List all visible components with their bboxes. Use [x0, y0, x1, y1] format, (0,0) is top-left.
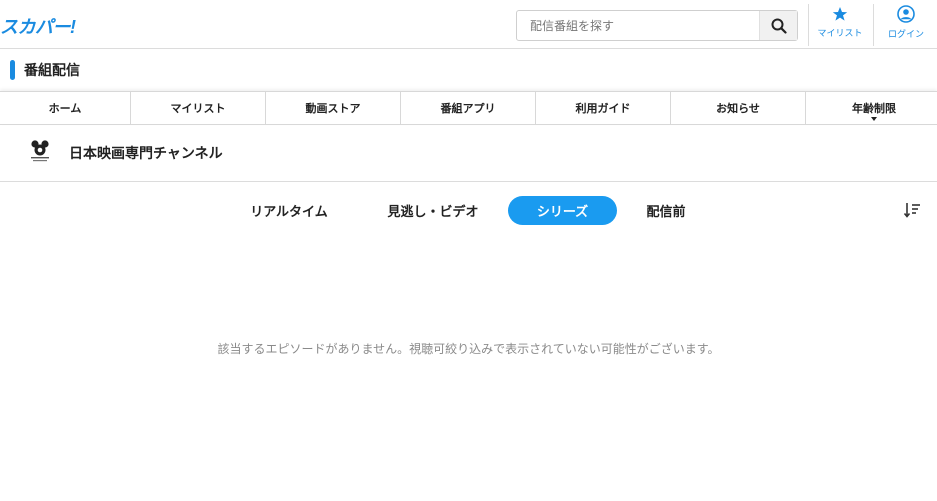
- search-icon: [771, 18, 787, 34]
- search-box: [516, 10, 798, 41]
- login-button[interactable]: ログイン: [874, 4, 937, 46]
- section-header: 番組配信: [0, 49, 937, 91]
- nav-item-home[interactable]: ホーム: [0, 92, 131, 124]
- channel-logo[interactable]: [28, 139, 52, 165]
- main-nav: ホーム マイリスト 動画ストア 番組アプリ 利用ガイド お知らせ 年齢制限: [0, 91, 937, 125]
- caret-down-icon: [871, 117, 877, 121]
- channel-header: 日本映画専門チャンネル: [0, 125, 937, 182]
- nav-item-news[interactable]: お知らせ: [671, 92, 806, 124]
- nav-item-mylist[interactable]: マイリスト: [131, 92, 266, 124]
- nav-item-video-store[interactable]: 動画ストア: [266, 92, 401, 124]
- star-icon: [832, 7, 848, 21]
- mylist-button[interactable]: マイリスト: [808, 4, 872, 46]
- tab-catchup-video[interactable]: 見逃し・ビデオ: [372, 196, 494, 225]
- login-label: ログイン: [887, 30, 924, 40]
- search-input[interactable]: [517, 11, 760, 40]
- tab-realtime[interactable]: リアルタイム: [234, 196, 344, 225]
- site-header: スカパー! マイリスト ログイン: [0, 0, 937, 49]
- channel-name: 日本映画専門チャンネル: [69, 146, 223, 162]
- tab-series[interactable]: シリーズ: [508, 196, 617, 225]
- section-accent-bar: [10, 60, 15, 80]
- nav-item-program-app[interactable]: 番組アプリ: [401, 92, 536, 124]
- nav-item-guide[interactable]: 利用ガイド: [536, 92, 671, 124]
- search-button[interactable]: [759, 11, 797, 40]
- nav-item-age-restriction[interactable]: 年齢制限: [806, 92, 937, 124]
- page-title: 番組配信: [24, 63, 80, 79]
- mylist-label: マイリスト: [817, 29, 863, 39]
- tab-upcoming[interactable]: 配信前: [631, 196, 701, 225]
- empty-state-message: 該当するエピソードがありません。視聴可絞り込みで表示されていない可能性がございま…: [217, 342, 720, 356]
- sort-icon[interactable]: [903, 201, 921, 219]
- nav-item-label: 年齢制限: [852, 102, 896, 115]
- user-icon: [897, 5, 915, 23]
- site-logo[interactable]: スカパー!: [0, 13, 76, 39]
